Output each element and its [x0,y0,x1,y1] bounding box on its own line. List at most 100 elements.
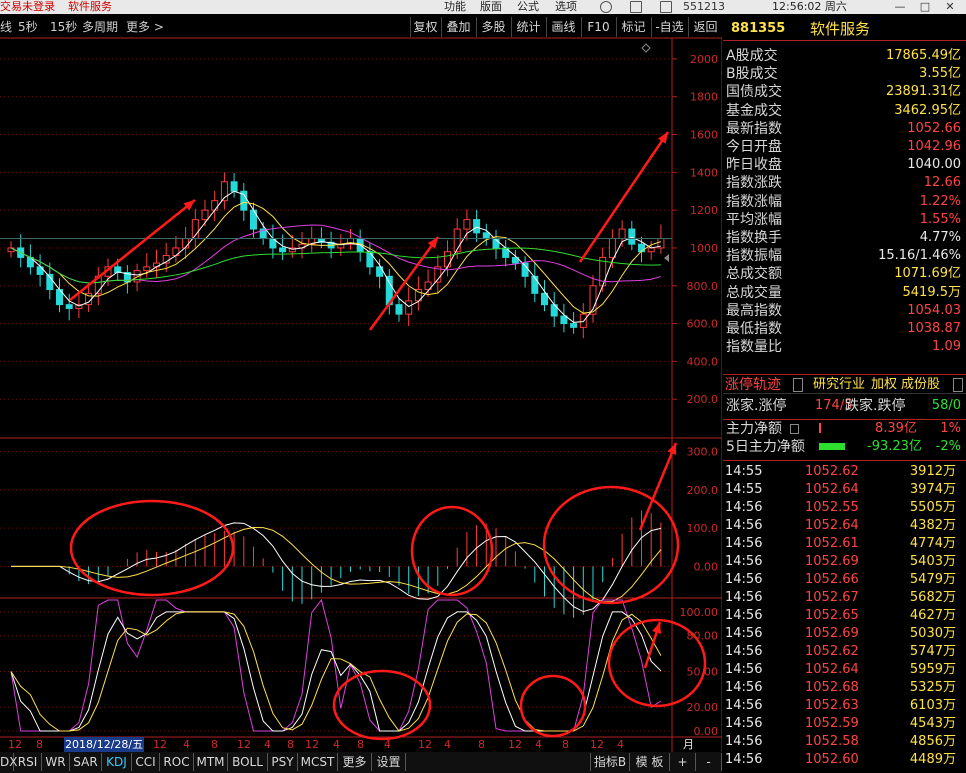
tab-template[interactable]: 模 板 [630,753,670,771]
price-tick-label: 200.0 [687,393,719,406]
tick-time: 14:56 [725,626,763,641]
stat-value: 1.09 [932,339,961,355]
toolbar-f10[interactable]: F10 [581,17,615,37]
stat-row: 指数换手 4.77% [723,229,966,247]
tab-more[interactable]: 更多 [338,753,372,771]
period-5s[interactable]: 5秒 [18,17,38,37]
tab-settings[interactable]: 设置 [372,753,406,771]
tab-boll[interactable]: BOLL [228,753,268,771]
tick-volume: 3974万 [909,482,956,497]
minimize-icon[interactable]: — [890,0,910,14]
tab-roc[interactable]: ROC [160,753,194,771]
toolbar-adjust[interactable]: 复权 [410,17,440,37]
time-tick: 8 [287,738,294,751]
stat-value: 5419.5万 [902,284,962,300]
time-tick: 8 [211,738,218,751]
toolbar-statistics[interactable]: 统计 [511,17,545,37]
tab-components[interactable]: 成份股 [901,375,940,395]
candle-up [608,238,616,258]
time-tick: 8 [478,738,485,751]
toolbar-multi-stock[interactable]: 多股 [476,17,510,37]
candle-down [531,275,539,294]
candle-up [463,219,471,230]
clock-display: 12:56:02 周六 [772,0,847,13]
tick-volume: 5505万 [909,500,956,515]
capital-pct: 1% [940,421,961,436]
stat-label: 平均涨幅 [726,211,782,228]
maximize-icon[interactable]: □ [915,0,935,14]
tab-limit-track[interactable]: 涨停轨迹 [725,375,781,395]
indicator-tabbar: DX RSI WR SAR KDJ CCI ROC MTM BOLL PSY M… [0,752,722,773]
macd-tick-label: 300.0 [687,445,719,458]
price-tick-label: 1000 [690,242,718,255]
ma5-line [10,190,661,323]
toolbar-draw[interactable]: 画线 [546,17,580,37]
chart-canvas[interactable]: 2000 1800 1600 1400 1200 1000 800.0 600.0 400.0 2… [0,0,722,773]
collapse-icon[interactable] [953,378,963,392]
period-more[interactable]: 更多 > [126,17,164,37]
kdj-tick-label: 50.00 [687,665,719,678]
candle-up [405,300,413,315]
tick-price: 1052.66 [805,572,859,587]
stat-label: A股成交 [726,48,778,64]
tick-row: 14:56 1052.69 5403万 [723,553,966,571]
zoom-out-button[interactable]: - [696,753,722,771]
stat-label: 总成交量 [726,284,782,301]
tick-row: 14:55 1052.64 3974万 [723,481,966,499]
candle-down [366,251,374,268]
toolbar-watchlist[interactable]: -自选 [651,17,687,37]
stat-label: B股成交 [726,66,778,83]
toolbar-overlay[interactable]: 叠加 [441,17,475,37]
tab-weighted[interactable]: 加权 [871,375,897,395]
tick-time: 14:56 [725,554,763,569]
capital5-label: 5日主力净额 [726,439,805,455]
tab-indicator-b[interactable]: 指标B [590,753,630,771]
tick-row: 14:56 1052.62 5747万 [723,643,966,661]
candle-down [628,228,636,245]
tab-rsi[interactable]: RSI [14,753,42,771]
tab-cci[interactable]: CCI [132,753,160,771]
tab-research[interactable]: 研究行业 [813,375,865,395]
stat-row: 指数振幅 15.16/1.46% [723,247,966,265]
tab-mtm[interactable]: MTM [194,753,228,771]
tab-dx[interactable]: DX [0,753,17,771]
candle-down [65,304,73,309]
tab-mcst[interactable]: MCST [298,753,338,771]
tick-list[interactable]: 14:55 1052.62 3912万 14:55 1052.64 3974万 14:56 1… [723,460,966,773]
tick-price: 1052.65 [805,608,859,623]
candle-up [143,266,151,272]
period-line[interactable]: 线 [0,17,12,37]
kdj-tick-label: 0.00 [694,725,719,738]
tab-kdj[interactable]: KDJ [102,753,132,771]
stat-value: 1071.69亿 [894,266,961,282]
tick-row: 14:56 1052.61 4774万 [723,535,966,553]
toolbar-mark[interactable]: 标记 [616,17,650,37]
time-tick: 8 [36,738,43,751]
period-15s[interactable]: 15秒 [50,17,77,37]
tab-sar[interactable]: SAR [70,753,102,771]
tick-price: 1052.60 [805,752,859,767]
stat-row: 今日开盘 1042.96 [723,138,966,156]
price-tick-label: 1400 [690,166,718,179]
annotation-arrowhead [652,622,662,634]
candle-up [647,247,655,253]
time-tick: 4 [617,738,624,751]
tab-wr[interactable]: WR [42,753,70,771]
stat-value: 1042.96 [907,139,961,154]
stat-row: 昨日收盘 1040.00 [723,156,966,174]
close-icon[interactable]: ✕ [940,0,960,14]
tick-time: 14:56 [725,698,763,713]
period-multi[interactable]: 多周期 [82,17,118,37]
toolbar-back[interactable]: 返回 [688,17,722,37]
candle-down [482,232,490,239]
tab-psy[interactable]: PSY [268,753,298,771]
expand-icon[interactable] [793,378,803,392]
tick-volume: 6103万 [909,698,956,713]
stat-value: 1054.03 [907,302,961,318]
tick-price: 1052.63 [805,698,859,713]
price-tick-label: 1600 [690,129,718,142]
stat-label: 昨日收盘 [726,157,782,174]
zoom-in-button[interactable]: + [670,753,696,771]
detail-icon[interactable] [790,424,799,434]
tick-row: 14:56 1052.68 5325万 [723,679,966,697]
